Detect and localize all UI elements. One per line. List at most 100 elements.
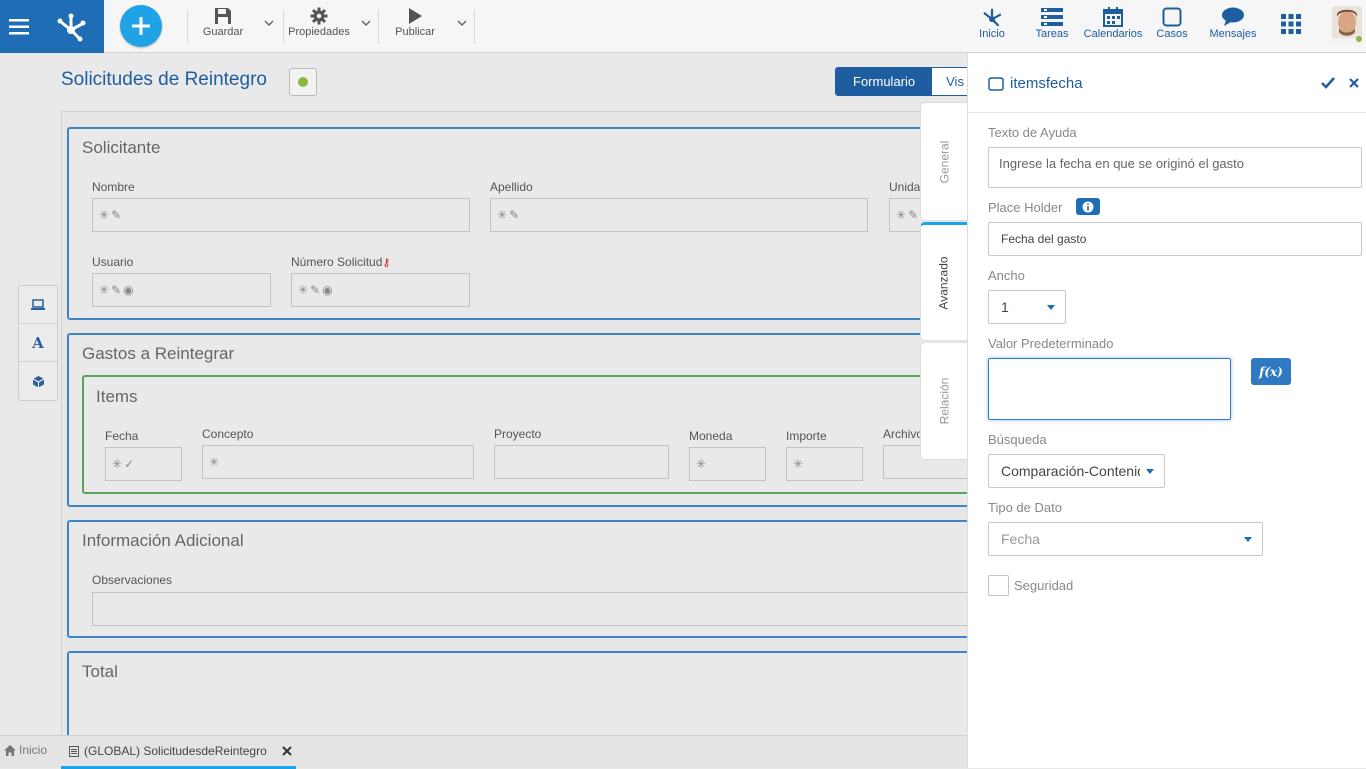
panel-title-text: itemsfecha — [1010, 75, 1083, 92]
field-importe[interactable]: ✳ — [786, 447, 863, 481]
message-icon — [1222, 7, 1244, 26]
pencil-slash-icon: ✎ — [908, 208, 919, 222]
properties-button[interactable]: Propiedades — [287, 7, 351, 38]
add-button[interactable] — [120, 5, 162, 47]
top-toolbar: Guardar Propiedades Publicar Inicio Tare… — [0, 0, 1366, 53]
publish-label: Publicar — [395, 26, 435, 38]
bottom-home-tab[interactable]: Inicio — [4, 743, 47, 757]
security-checkbox[interactable] — [988, 575, 1009, 596]
bottom-tabbar: Inicio (GLOBAL) SolicitudesdeReintegro — [0, 735, 967, 769]
nav-inicio[interactable]: Inicio — [975, 6, 1009, 40]
field-fecha[interactable]: ✳ ✓ — [105, 447, 182, 481]
section-title: Gastos a Reintegrar — [82, 344, 235, 363]
hamburger-menu-button[interactable] — [0, 0, 38, 53]
info-button[interactable] — [1076, 198, 1100, 215]
column-label-importe: Importe — [786, 429, 827, 443]
tab-vista[interactable]: Vis — [932, 68, 967, 95]
properties-dropdown-chevron-icon[interactable] — [361, 18, 371, 28]
width-select-value: 1 — [1001, 299, 1009, 315]
field-label-unidad: Unida — [889, 180, 921, 194]
security-label: Seguridad — [1014, 578, 1074, 593]
required-asterisk-icon: ✳ — [497, 208, 508, 222]
required-asterisk-icon: ✳ — [793, 457, 804, 471]
field-label-nombre: Nombre — [92, 180, 135, 194]
document-icon — [69, 745, 79, 757]
save-button[interactable]: Guardar — [198, 7, 248, 38]
text-tool-button[interactable]: A — [19, 324, 57, 362]
datatype-select-value: Fecha — [1001, 531, 1040, 547]
save-icon — [215, 8, 231, 24]
close-tab-icon[interactable] — [282, 746, 292, 756]
cube-icon — [32, 375, 44, 387]
bottom-tab-label: (GLOBAL) SolicitudesdeReintegro — [84, 744, 267, 758]
bottom-document-tab[interactable]: (GLOBAL) SolicitudesdeReintegro — [61, 736, 296, 769]
confirm-check-icon[interactable] — [1321, 77, 1335, 89]
section-title: Solicitante — [82, 138, 161, 157]
help-text-input[interactable]: Ingrese la fecha en que se originó el ga… — [988, 147, 1362, 188]
section-informacion-adicional[interactable]: Información Adicional Observaciones — [67, 520, 967, 638]
nav-casos-label: Casos — [1156, 28, 1188, 40]
width-select[interactable]: 1 — [988, 290, 1066, 324]
panel-title: itemsfecha — [988, 75, 1083, 92]
chevron-down-icon — [1244, 537, 1252, 542]
pencil-slash-icon: ✎ — [509, 208, 520, 222]
section-solicitante[interactable]: Solicitante Nombre ✳ ✎ Apellido ✳ ✎ Unida … — [67, 127, 967, 320]
laptop-icon — [31, 299, 45, 310]
laptop-tool-button[interactable] — [19, 286, 57, 324]
section-title: Total — [82, 662, 118, 681]
properties-panel: itemsfecha Texto de Ayuda Ingrese la fec… — [967, 53, 1366, 768]
field-concepto[interactable]: ✳ — [202, 445, 474, 479]
publish-button[interactable]: Publicar — [390, 7, 440, 38]
save-dropdown-chevron-icon[interactable] — [264, 18, 274, 28]
pencil-slash-icon: ✎ — [310, 283, 321, 297]
publish-dropdown-chevron-icon[interactable] — [457, 18, 467, 28]
help-text-label: Texto de Ayuda — [988, 125, 1077, 140]
check-icon: ✓ — [124, 457, 135, 471]
eye-slash-icon: ◉ — [123, 283, 134, 297]
tab-avanzado[interactable]: Avanzado — [920, 222, 967, 341]
section-title: Información Adicional — [82, 531, 244, 550]
section-gastos[interactable]: Gastos a Reintegrar Items Fecha ✳ ✓ Conce… — [67, 333, 967, 507]
field-apellido[interactable]: ✳ ✎ — [490, 198, 868, 232]
nav-tareas-label: Tareas — [1035, 28, 1069, 40]
nav-tareas[interactable]: Tareas — [1033, 6, 1071, 40]
subsection-items[interactable]: Items Fecha ✳ ✓ Concepto ✳ Proyecto Moned… — [82, 375, 967, 494]
field-nombre[interactable]: ✳ ✎ — [92, 198, 470, 232]
field-usuario[interactable]: ✳ ✎ ◉ — [92, 273, 271, 307]
apps-grid-button[interactable] — [1281, 14, 1303, 34]
field-moneda[interactable]: ✳ — [689, 447, 766, 481]
tab-general[interactable]: General — [920, 102, 967, 221]
placeholder-label: Place Holder — [988, 200, 1063, 215]
network-logo-icon — [57, 13, 86, 41]
section-total[interactable]: Total — [67, 651, 967, 735]
play-icon — [409, 8, 422, 24]
placeholder-input[interactable]: Fecha del gasto — [988, 222, 1362, 256]
nav-casos[interactable]: Casos — [1155, 6, 1189, 40]
apps-grid-icon — [1281, 14, 1301, 34]
page-title: Solicitudes de Reintegro — [61, 69, 267, 90]
status-indicator-button[interactable] — [289, 68, 317, 96]
nav-mensajes[interactable]: Mensajes — [1207, 6, 1259, 40]
search-select[interactable]: Comparación-Contenido — [988, 454, 1165, 488]
save-label: Guardar — [202, 26, 244, 38]
required-asterisk-icon: ✳ — [99, 283, 110, 297]
key-icon: ⚷ — [382, 257, 391, 269]
status-dot — [298, 77, 308, 87]
datatype-select[interactable]: Fecha — [988, 522, 1263, 556]
app-logo[interactable] — [38, 0, 104, 53]
pencil-slash-icon: ✎ — [111, 283, 122, 297]
default-value-input[interactable] — [988, 358, 1231, 420]
close-panel-icon[interactable] — [1349, 78, 1359, 88]
tab-formulario[interactable]: Formulario — [836, 68, 933, 95]
menu-icon — [9, 18, 29, 34]
user-avatar[interactable] — [1332, 6, 1362, 44]
field-proyecto[interactable] — [494, 445, 669, 479]
field-observaciones[interactable] — [92, 592, 967, 626]
gear-icon — [310, 7, 328, 25]
nav-calendarios[interactable]: Calendarios — [1083, 6, 1143, 40]
cube-tool-button[interactable] — [19, 362, 57, 400]
field-numero-solicitud[interactable]: ✳ ✎ ◉ — [291, 273, 470, 307]
tab-relacion[interactable]: Relación — [920, 342, 967, 460]
formula-button[interactable]: f(x) — [1251, 358, 1291, 385]
cases-icon — [1162, 7, 1182, 27]
